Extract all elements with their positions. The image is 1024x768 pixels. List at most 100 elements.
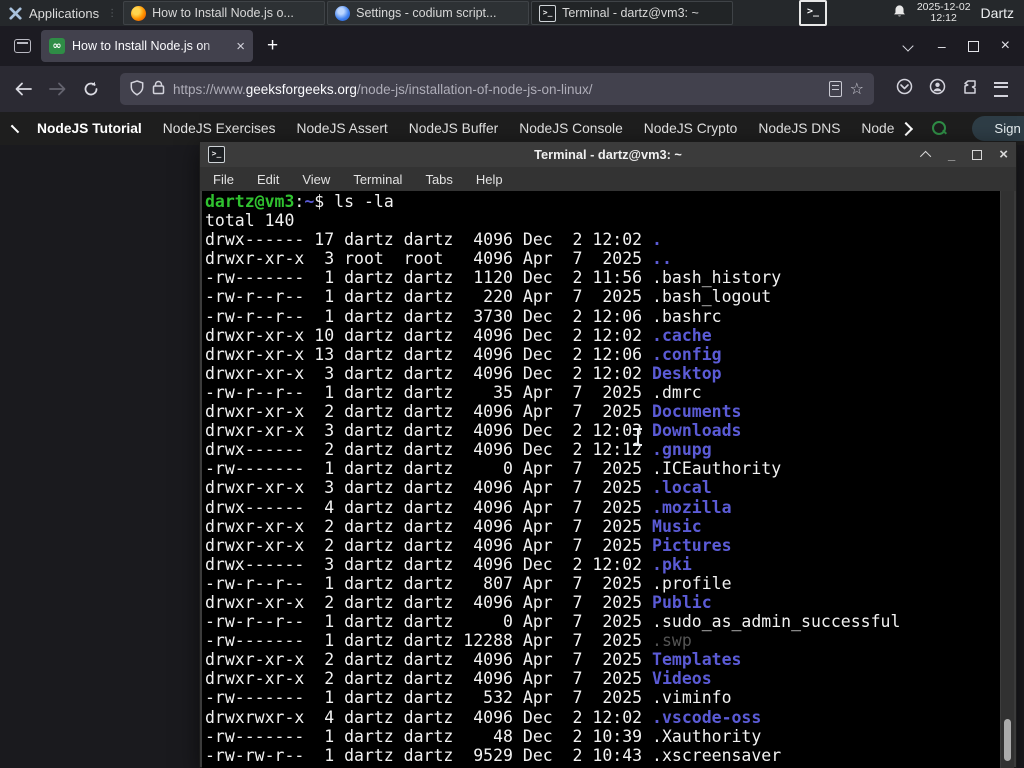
search-icon[interactable]	[932, 121, 947, 136]
panel-window-button-codium[interactable]: Settings - codium script...	[327, 1, 530, 25]
terminal-title: Terminal - dartz@vm3: ~	[534, 147, 682, 162]
file-name: .profile	[652, 573, 732, 593]
file-name: Desktop	[652, 363, 722, 383]
terminal-line: drwxr-xr-x 13 dartz dartz 4096 Dec 2 12:…	[205, 345, 998, 364]
gfg-nav-link[interactable]: NodeJS Assert	[297, 121, 388, 136]
terminal-menu-terminal[interactable]: Terminal	[353, 172, 402, 187]
terminal-titlebar[interactable]: >_ Terminal - dartz@vm3: ~ _ ×	[200, 142, 1016, 167]
file-name: .vscode-oss	[652, 707, 762, 727]
terminal-window: >_ Terminal - dartz@vm3: ~ _ × File Edit V…	[199, 141, 1017, 768]
file-name: .local	[652, 478, 712, 498]
forward-button[interactable]	[42, 74, 72, 104]
browser-tab[interactable]: ∞ How to Install Node.js on ×	[41, 30, 253, 62]
file-name: .dmrc	[652, 382, 702, 402]
user-menu[interactable]: Dartz	[981, 5, 1014, 21]
file-attributes: drwxr-xr-x 2 dartz dartz 4096 Apr 7 2025	[205, 535, 653, 555]
gfg-nav-link[interactable]: NodeJS Buffer	[409, 121, 498, 136]
terminal-prompt-line: dartz@vm3:~$ ls -la	[205, 192, 998, 211]
terminal-menu-file[interactable]: File	[213, 172, 234, 187]
panel-window-button-firefox[interactable]: How to Install Node.js o...	[123, 1, 326, 25]
file-name: .pki	[652, 554, 692, 574]
nav-scroll-left-icon[interactable]	[10, 124, 20, 133]
file-attributes: -rw-r--r-- 1 dartz dartz 35 Apr 7 2025	[205, 382, 653, 402]
file-name: Pictures	[652, 535, 732, 555]
window-maximize-button[interactable]	[967, 40, 979, 52]
gfg-nav-link[interactable]: NodeJS Crypto	[644, 121, 738, 136]
terminal-menu-help[interactable]: Help	[476, 172, 503, 187]
terminal-line: -rw-r--r-- 1 dartz dartz 807 Apr 7 2025 …	[205, 574, 998, 593]
file-name: .mozilla	[652, 497, 732, 517]
url-path: /node-js/installation-of-node-js-on-linu…	[356, 81, 593, 97]
clock[interactable]: 2025-12-02 12:12	[917, 2, 971, 24]
terminal-close-button[interactable]: ×	[999, 146, 1008, 163]
terminal-menu-tabs[interactable]: Tabs	[425, 172, 452, 187]
tracking-protection-shield-icon[interactable]	[130, 79, 144, 99]
nav-scroll-right-icon[interactable]	[899, 121, 914, 136]
terminal-line: drwx------ 17 dartz dartz 4096 Dec 2 12:…	[205, 230, 998, 249]
reader-mode-icon[interactable]	[828, 81, 842, 97]
window-button-label: How to Install Node.js o...	[152, 6, 294, 20]
file-attributes: drwxr-xr-x 3 root root 4096 Apr 7 2025	[205, 249, 653, 269]
terminal-menu-edit[interactable]: Edit	[257, 172, 279, 187]
terminal-scrollbar-thumb[interactable]	[1004, 719, 1011, 761]
extensions-icon[interactable]	[962, 79, 978, 100]
gfg-nav-link[interactable]: Node	[861, 121, 894, 136]
prompt-user-host: dartz@vm3	[205, 192, 295, 211]
terminal-menu-view[interactable]: View	[302, 172, 330, 187]
account-icon[interactable]	[929, 78, 946, 100]
gfg-nav-link[interactable]: NodeJS Console	[519, 121, 623, 136]
file-name: Music	[652, 516, 702, 536]
firefox-view-button[interactable]	[9, 34, 35, 58]
terminal-line: drwxr-xr-x 2 dartz dartz 4096 Apr 7 2025…	[205, 402, 998, 421]
url-scheme: https://www.	[173, 81, 246, 97]
terminal-output: dartz@vm3:~$ ls -la total 140 drwx------ 1…	[205, 192, 998, 765]
terminal-line: drwxr-xr-x 3 dartz dartz 4096 Dec 2 12:0…	[205, 421, 998, 440]
pocket-icon[interactable]	[896, 78, 913, 100]
back-button[interactable]	[8, 74, 38, 104]
gfg-nav-link[interactable]: NodeJS Tutorial	[37, 121, 142, 136]
bookmark-star-icon[interactable]: ☆	[850, 79, 864, 99]
terminal-line: -rw------- 1 dartz dartz 12288 Apr 7 202…	[205, 631, 998, 650]
file-name: .ICEauthority	[652, 459, 782, 479]
file-attributes: drwxrwxr-x 4 dartz dartz 4096 Dec 2 12:0…	[205, 707, 653, 727]
terminal-maximize-button[interactable]	[972, 149, 983, 160]
terminal-line: -rw------- 1 dartz dartz 48 Dec 2 10:39 …	[205, 727, 998, 746]
new-tab-button[interactable]: +	[267, 35, 278, 57]
sign-in-button[interactable]: Sign In	[972, 116, 1024, 141]
terminal-line: drwxr-xr-x 2 dartz dartz 4096 Apr 7 2025…	[205, 536, 998, 555]
terminal-line: drwxr-xr-x 2 dartz dartz 4096 Apr 7 2025…	[205, 669, 998, 688]
file-attributes: -rw-r--r-- 1 dartz dartz 3730 Dec 2 12:0…	[205, 306, 653, 326]
gfg-nav-link[interactable]: NodeJS Exercises	[163, 121, 276, 136]
terminal-scrollbar[interactable]	[1000, 191, 1014, 768]
terminal-shade-button[interactable]	[919, 150, 932, 162]
window-minimize-button[interactable]: –	[938, 38, 946, 54]
tray-terminal-icon[interactable]: >_	[798, 0, 827, 26]
file-name: .gnupg	[652, 440, 712, 460]
file-name: .bash_logout	[652, 287, 772, 307]
file-attributes: drwxr-xr-x 2 dartz dartz 4096 Apr 7 2025	[205, 402, 653, 422]
panel-window-button-terminal[interactable]: >_ Terminal - dartz@vm3: ~	[531, 1, 734, 25]
tab-close-icon[interactable]: ×	[236, 39, 245, 54]
reload-button[interactable]	[76, 74, 106, 104]
lock-icon[interactable]	[152, 80, 165, 98]
url-bar[interactable]: https://www.geeksforgeeks.org/node-js/in…	[120, 73, 874, 105]
terminal-screen[interactable]: dartz@vm3:~$ ls -la total 140 drwx------ 1…	[202, 191, 1014, 768]
file-name: Documents	[652, 402, 742, 422]
tabbar-controls: – ×	[902, 37, 1024, 55]
window-close-button[interactable]: ×	[1001, 37, 1010, 55]
applications-menu-button[interactable]: Applications	[0, 0, 107, 26]
file-name: .sudo_as_admin_successful	[652, 612, 901, 632]
file-attributes: -rw------- 1 dartz dartz 532 Apr 7 2025	[205, 688, 653, 708]
file-attributes: -rw-r--r-- 1 dartz dartz 807 Apr 7 2025	[205, 573, 653, 593]
navigation-toolbar: https://www.geeksforgeeks.org/node-js/in…	[0, 66, 1024, 112]
terminal-minimize-button[interactable]: _	[948, 147, 955, 162]
gfg-nav-link[interactable]: NodeJS DNS	[758, 121, 840, 136]
file-attributes: drwxr-xr-x 3 dartz dartz 4096 Dec 2 12:0…	[205, 363, 653, 383]
terminal-line: drwxr-xr-x 2 dartz dartz 4096 Apr 7 2025…	[205, 593, 998, 612]
menu-hamburger-icon[interactable]	[994, 81, 1008, 97]
terminal-line: drwxr-xr-x 2 dartz dartz 4096 Apr 7 2025…	[205, 650, 998, 669]
notification-bell-icon[interactable]	[892, 4, 907, 22]
codium-icon	[335, 5, 351, 21]
prompt-colon: :	[294, 192, 305, 211]
list-all-tabs-icon[interactable]	[902, 40, 914, 52]
